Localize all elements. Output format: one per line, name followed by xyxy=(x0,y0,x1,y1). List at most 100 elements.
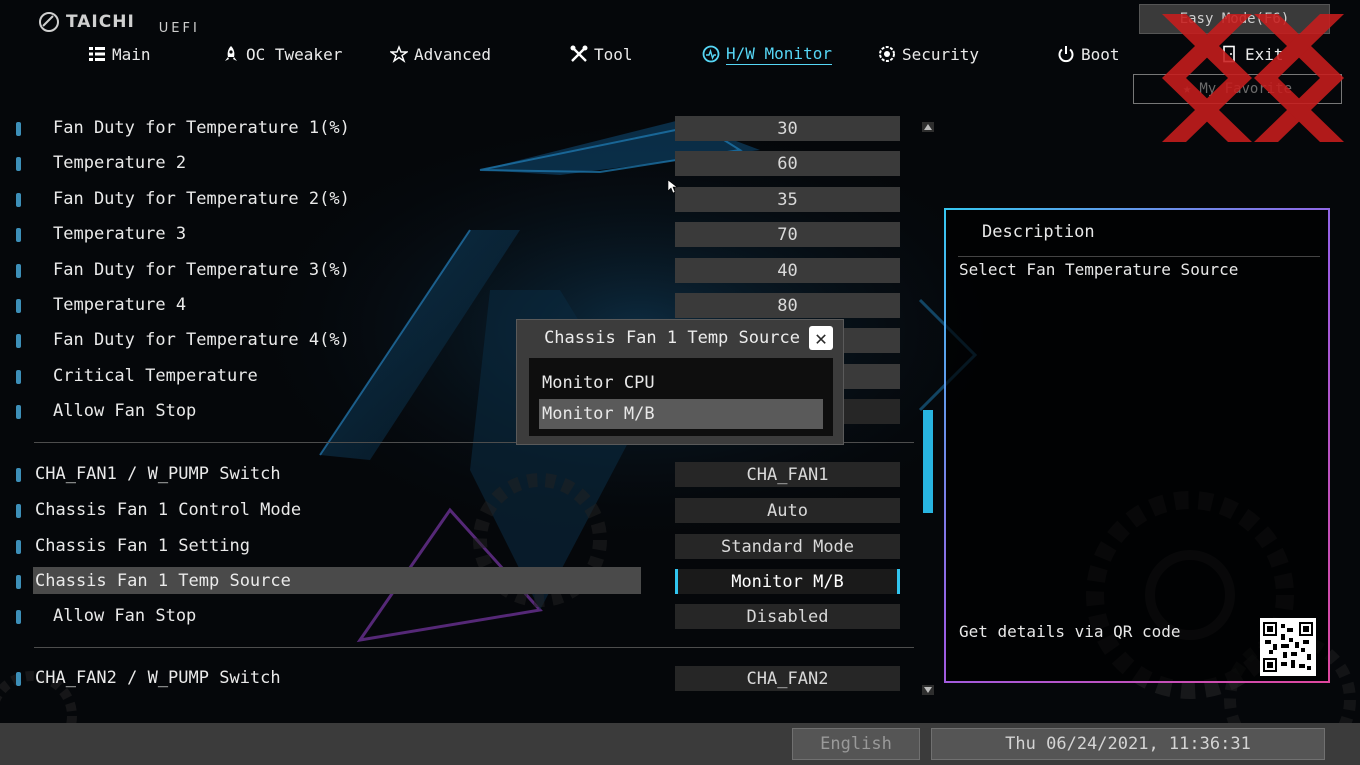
tab-advanced[interactable]: Advanced xyxy=(390,40,491,68)
row-bullet xyxy=(16,299,21,313)
star-filled-icon: ★ xyxy=(1182,81,1192,97)
setting-row[interactable]: CHA_FAN2 / W_PUMP Switch CHA_FAN2 xyxy=(0,664,910,694)
tab-tool[interactable]: Tool xyxy=(570,40,633,68)
row-bullet xyxy=(16,193,21,207)
brand-logo: TAICHI UEFI xyxy=(38,8,200,36)
setting-value[interactable]: Monitor M/B xyxy=(675,569,900,594)
tab-boot-label: Boot xyxy=(1081,44,1120,64)
section-divider xyxy=(34,647,914,648)
power-icon xyxy=(1058,46,1074,63)
my-favorite-button[interactable]: ★ My Favorite xyxy=(1133,74,1342,104)
setting-row[interactable]: Fan Duty for Temperature 2(%) 35 xyxy=(0,185,910,215)
brand-sub: UEFI xyxy=(158,20,200,36)
row-bullet xyxy=(16,228,21,242)
exit-icon xyxy=(1223,45,1235,63)
tab-tool-label: Tool xyxy=(594,44,633,64)
row-bullet xyxy=(16,540,21,554)
popup-option-selected[interactable]: Monitor M/B xyxy=(539,399,823,429)
tab-main[interactable]: Main xyxy=(88,40,151,68)
close-button[interactable]: ✕ xyxy=(809,326,833,350)
taichi-logo-icon xyxy=(39,12,59,32)
list-icon xyxy=(89,47,105,61)
language-button[interactable]: English xyxy=(792,728,920,760)
popup-title: Chassis Fan 1 Temp Source xyxy=(544,328,800,348)
row-bullet xyxy=(16,672,21,686)
tab-boot[interactable]: Boot xyxy=(1057,40,1120,68)
setting-row[interactable]: Temperature 3 70 xyxy=(0,220,910,250)
setting-label: Chassis Fan 1 Control Mode xyxy=(35,500,302,520)
tab-hw-monitor[interactable]: H/W Monitor xyxy=(702,40,832,68)
row-bullet xyxy=(16,122,21,136)
setting-value[interactable]: 60 xyxy=(675,151,900,176)
row-bullet xyxy=(16,334,21,348)
tab-oc-tweaker[interactable]: OC Tweaker xyxy=(222,40,342,68)
rocket-icon xyxy=(225,46,237,61)
setting-label: Fan Duty for Temperature 3(%) xyxy=(53,260,350,280)
setting-label: Temperature 4 xyxy=(53,295,187,315)
setting-label: Chassis Fan 1 Setting xyxy=(35,536,250,556)
row-bullet xyxy=(16,370,21,384)
star-icon xyxy=(390,45,408,63)
temp-source-popup: Chassis Fan 1 Temp Source ✕ Monitor CPU … xyxy=(516,319,844,445)
popup-options: Monitor CPU Monitor M/B xyxy=(529,358,833,436)
setting-label: Allow Fan Stop xyxy=(53,401,197,421)
setting-value[interactable]: Standard Mode xyxy=(675,534,900,559)
setting-row[interactable]: Fan Duty for Temperature 1(%) 30 xyxy=(0,114,910,144)
setting-value[interactable]: CHA_FAN1 xyxy=(675,462,900,487)
my-favorite-label: My Favorite xyxy=(1199,81,1293,97)
setting-row[interactable]: Temperature 2 60 xyxy=(0,149,910,179)
description-text: Select Fan Temperature Source xyxy=(959,260,1239,279)
description-divider xyxy=(958,256,1320,257)
triangle-up-icon xyxy=(924,124,932,130)
setting-label: CHA_FAN1 / W_PUMP Switch xyxy=(35,464,281,484)
row-bullet xyxy=(16,157,21,171)
setting-row[interactable]: Allow Fan Stop Disabled xyxy=(0,602,910,632)
shield-icon xyxy=(879,46,895,62)
brand-name: TAICHI xyxy=(66,12,135,32)
status-bar: English Thu 06/24/2021, 11:36:31 xyxy=(0,723,1360,765)
setting-value[interactable]: 70 xyxy=(675,222,900,247)
tab-oc-tweaker-label: OC Tweaker xyxy=(246,44,343,64)
setting-value[interactable]: 35 xyxy=(675,187,900,212)
setting-label: Fan Duty for Temperature 2(%) xyxy=(53,189,350,209)
row-bullet xyxy=(16,264,21,278)
setting-value[interactable]: Disabled xyxy=(675,604,900,629)
setting-row[interactable]: Chassis Fan 1 Setting Standard Mode xyxy=(0,532,910,562)
setting-value[interactable]: 80 xyxy=(675,293,900,318)
tab-exit-label: Exit xyxy=(1245,44,1284,64)
setting-label: Allow Fan Stop xyxy=(53,606,197,626)
setting-row[interactable]: Fan Duty for Temperature 3(%) 40 xyxy=(0,256,910,286)
easy-mode-button[interactable]: Easy Mode(F6) xyxy=(1139,4,1330,34)
tab-exit[interactable]: Exit xyxy=(1221,40,1284,68)
setting-label: Fan Duty for Temperature 4(%) xyxy=(53,330,350,350)
setting-value[interactable]: 40 xyxy=(675,258,900,283)
qr-label: Get details via QR code xyxy=(959,622,1181,641)
row-bullet xyxy=(16,405,21,419)
setting-row-selected[interactable]: Chassis Fan 1 Temp Source Monitor M/B xyxy=(0,567,910,597)
setting-row[interactable]: CHA_FAN1 / W_PUMP Switch CHA_FAN1 xyxy=(0,460,910,490)
tab-hw-monitor-label: H/W Monitor xyxy=(726,43,832,65)
monitor-icon xyxy=(702,45,720,63)
setting-value[interactable]: CHA_FAN2 xyxy=(675,666,900,691)
setting-row[interactable]: Chassis Fan 1 Control Mode Auto xyxy=(0,496,910,526)
row-bullet xyxy=(16,610,21,624)
setting-label: CHA_FAN2 / W_PUMP Switch xyxy=(35,668,281,688)
tab-advanced-label: Advanced xyxy=(414,44,492,64)
qr-code-icon xyxy=(1260,618,1316,676)
setting-label: Chassis Fan 1 Temp Source xyxy=(35,571,291,591)
setting-row[interactable]: Temperature 4 80 xyxy=(0,291,910,321)
triangle-down-icon xyxy=(924,687,932,693)
setting-value[interactable]: Auto xyxy=(675,498,900,523)
tab-security[interactable]: Security xyxy=(878,40,979,68)
scrollbar-thumb[interactable] xyxy=(923,410,933,513)
description-panel: Description Select Fan Temperature Sourc… xyxy=(944,208,1330,683)
date-time-display: Thu 06/24/2021, 11:36:31 xyxy=(931,728,1325,760)
wrench-icon xyxy=(570,45,588,62)
tab-main-label: Main xyxy=(112,44,151,64)
popup-option[interactable]: Monitor CPU xyxy=(539,368,823,398)
scroll-up-button[interactable] xyxy=(922,122,934,132)
row-bullet xyxy=(16,504,21,518)
scroll-down-button[interactable] xyxy=(922,685,934,695)
row-bullet xyxy=(16,468,21,482)
setting-value[interactable]: 30 xyxy=(675,116,900,141)
